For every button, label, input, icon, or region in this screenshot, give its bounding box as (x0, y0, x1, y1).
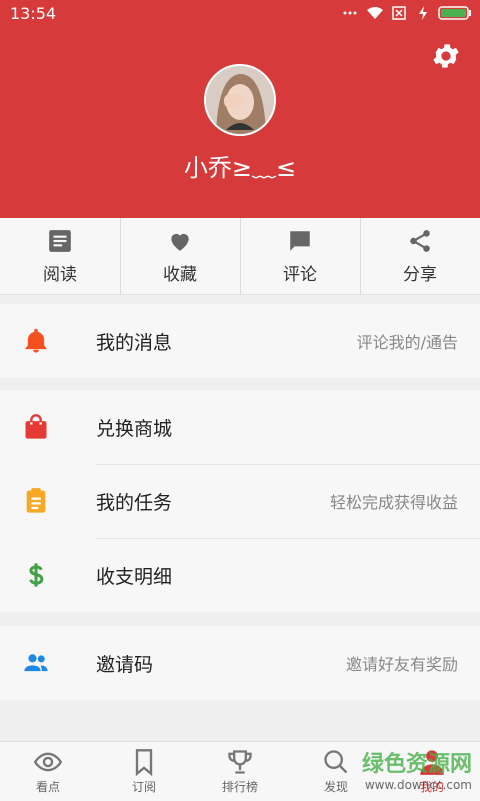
watermark-url: www.downcc.com (364, 778, 472, 792)
bell-icon (25, 328, 47, 353)
dollar-icon (29, 563, 44, 587)
menu-item-shop[interactable]: 兑换商城 (0, 390, 480, 464)
menu-item-messages-title: 我的消息 (96, 331, 173, 354)
tab-kandian-label: 看点 (35, 780, 60, 794)
menu-item-tasks-title: 我的任务 (96, 491, 173, 514)
quick-read-button[interactable]: 阅读 (0, 218, 120, 294)
status-bar: 13:54 (0, 0, 480, 28)
quick-comments-button[interactable]: 评论 (240, 218, 360, 294)
settings-gear-icon[interactable] (430, 40, 462, 72)
shopping-bag-icon (25, 414, 47, 439)
share-icon (410, 229, 430, 252)
tab-subscribe[interactable]: 订阅 (96, 742, 192, 801)
menu-item-messages[interactable]: 我的消息 评论我的/通告 (0, 304, 480, 378)
menu-item-messages-hint: 评论我的/通告 (356, 333, 458, 352)
watermark-brand: 绿色资源网 (361, 752, 472, 777)
battery-icon (438, 6, 471, 20)
bookmark-icon (135, 749, 153, 776)
comment-icon (290, 230, 310, 251)
people-icon (24, 654, 48, 672)
profile-header: 13:54 小乔≥﹏≤ (0, 0, 480, 218)
menu-group-invite: 邀请码 邀请好友有奖励 (0, 626, 480, 700)
username: 小乔≥﹏≤ (183, 154, 297, 182)
article-icon (49, 229, 71, 252)
menu-item-finance[interactable]: 收支明细 (0, 538, 480, 612)
status-time: 13:54 (10, 4, 57, 23)
avatar[interactable] (204, 64, 276, 136)
bluetooth-icon (343, 11, 357, 15)
quick-read-label: 阅读 (43, 264, 77, 285)
quick-comments-label: 评论 (283, 264, 317, 285)
trophy-icon (228, 750, 252, 774)
tab-ranking-label: 排行榜 (221, 780, 258, 794)
wifi-icon (367, 7, 383, 19)
clipboard-icon (26, 488, 46, 513)
tab-ranking[interactable]: 排行榜 (192, 742, 288, 801)
tab-kandian[interactable]: 看点 (0, 742, 96, 801)
menu-item-shop-title: 兑换商城 (96, 417, 173, 440)
menu-item-finance-title: 收支明细 (96, 565, 173, 588)
charging-icon (419, 6, 427, 20)
eye-icon (34, 752, 62, 772)
menu-item-invite-title: 邀请码 (96, 653, 154, 676)
menu-item-tasks[interactable]: 我的任务 轻松完成获得收益 (0, 464, 480, 538)
watermark-logo: 绿色资源网 www.downcc.com (362, 746, 472, 792)
menu-group-messages: 我的消息 评论我的/通告 (0, 304, 480, 378)
no-sim-icon (392, 6, 406, 20)
quick-favorites-button[interactable]: 收藏 (120, 218, 240, 294)
tab-discover-label: 发现 (323, 780, 348, 794)
status-icons (342, 6, 472, 20)
menu-group-shop: 兑换商城 我的任务 轻松完成获得收益 收支明细 (0, 390, 480, 612)
quick-favorites-label: 收藏 (163, 264, 197, 285)
menu-item-invite[interactable]: 邀请码 邀请好友有奖励 (0, 626, 480, 700)
quick-actions-bar: 阅读 收藏 评论 分享 (0, 218, 480, 295)
quick-share-button[interactable]: 分享 (360, 218, 480, 294)
menu-item-invite-hint: 邀请好友有奖励 (345, 655, 458, 674)
search-icon (324, 750, 348, 774)
avatar-photo (206, 66, 274, 134)
quick-share-label: 分享 (403, 264, 437, 285)
menu-item-tasks-hint: 轻松完成获得收益 (329, 493, 458, 512)
tab-subscribe-label: 订阅 (131, 780, 156, 794)
heart-icon (171, 233, 189, 251)
